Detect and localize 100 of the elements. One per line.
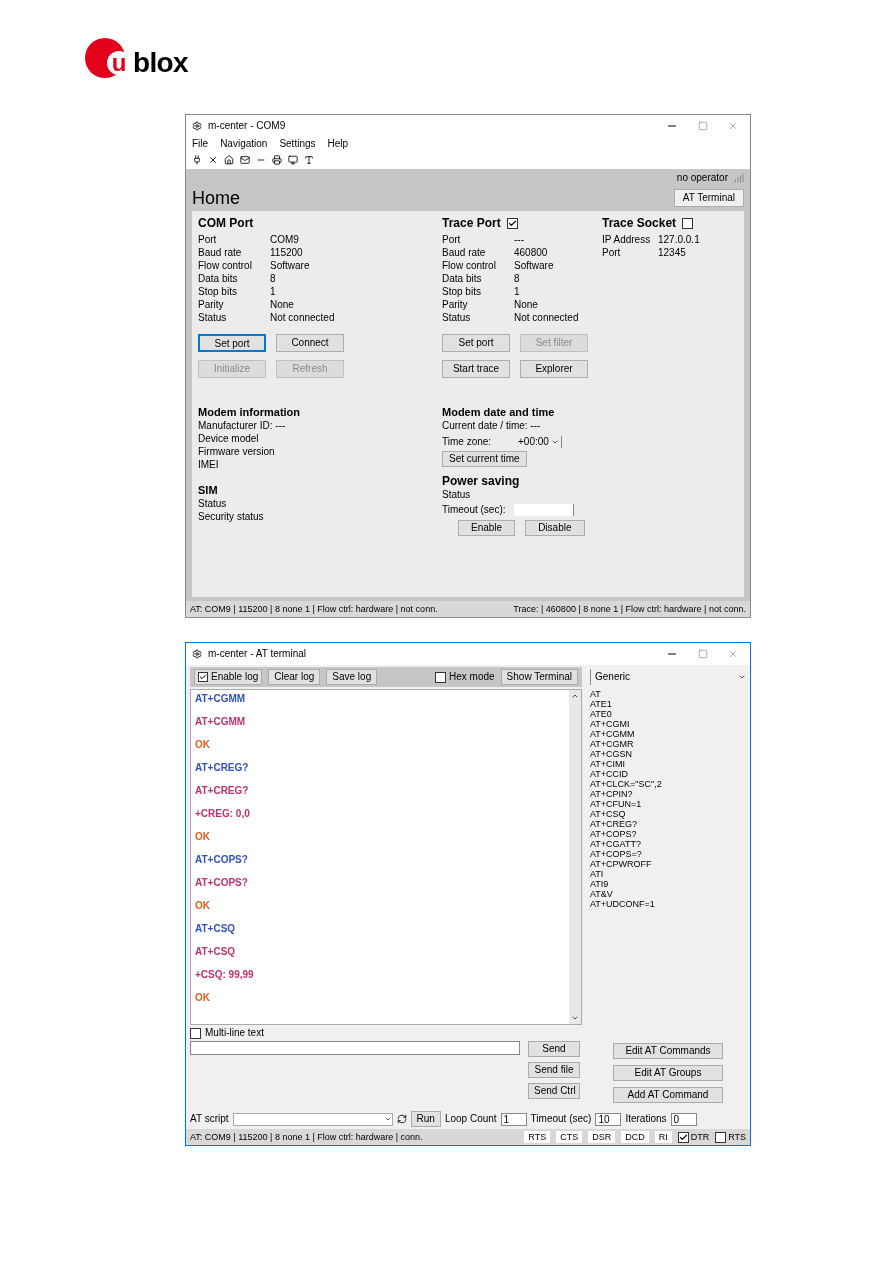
field-label: Loop Count xyxy=(444,1113,497,1125)
save-log-button[interactable]: Save log xyxy=(326,669,378,685)
command-button[interactable]: Edit AT Commands xyxy=(613,1043,723,1059)
signal-indicator: RI xyxy=(654,1131,672,1143)
field-label: Status xyxy=(198,311,228,324)
timezone-dropdown[interactable]: +00:00 xyxy=(518,436,562,448)
disconnect-icon[interactable] xyxy=(208,155,218,165)
menu-item[interactable]: Settings xyxy=(279,138,316,150)
field-value: COM9 xyxy=(270,233,299,246)
port-button[interactable]: Set port xyxy=(442,334,510,352)
printer-icon[interactable] xyxy=(272,155,282,165)
field-label: Baud rate xyxy=(442,246,487,259)
command-list-item[interactable]: AT+CGMI xyxy=(590,719,630,729)
power-button[interactable]: Disable xyxy=(525,520,585,536)
enable-log-toggle[interactable]: Enable log xyxy=(194,669,263,685)
set-time-button[interactable]: Set current time xyxy=(442,451,527,467)
run-button[interactable]: Run xyxy=(410,1111,441,1127)
letter-icon[interactable] xyxy=(304,155,314,165)
monitor-icon[interactable] xyxy=(288,155,298,165)
command-list-item[interactable]: AT&V xyxy=(590,889,613,899)
field-value: Software xyxy=(270,259,310,272)
info-label: Firmware version xyxy=(198,446,275,459)
envelope-icon[interactable] xyxy=(240,155,250,165)
iterations-field[interactable]: 0 xyxy=(670,1112,697,1126)
plug-icon[interactable] xyxy=(192,155,202,165)
section-title: Modem information xyxy=(198,406,301,418)
show-terminal-button[interactable]: Show Terminal xyxy=(500,669,578,685)
command-list-item[interactable]: AT+CLCK="SC",2 xyxy=(590,779,662,789)
menu-item[interactable]: File xyxy=(192,138,209,150)
info-label: Status xyxy=(442,489,471,502)
at-terminal-button[interactable]: AT Terminal xyxy=(673,189,744,207)
command-list-item[interactable]: AT+CCID xyxy=(590,769,629,779)
multi-line-checkbox[interactable] xyxy=(190,1027,201,1039)
port-button[interactable]: Start trace xyxy=(442,360,510,378)
clear-log-button[interactable]: Clear log xyxy=(268,669,321,685)
trace-port-checkbox[interactable] xyxy=(506,217,518,229)
command-list-item[interactable]: AT+CFUN=1 xyxy=(590,799,642,809)
field-label: Timeout (sec) xyxy=(530,1113,592,1125)
field-label: IP Address xyxy=(602,233,652,246)
menu-item[interactable]: Navigation xyxy=(220,138,268,150)
log-line: +CREG: 0,0 xyxy=(195,809,250,819)
field-label: Flow control xyxy=(198,259,253,272)
port-button[interactable]: Set port xyxy=(198,334,266,352)
timeout-field[interactable]: 10 xyxy=(595,1112,622,1126)
command-list-item[interactable]: ATE0 xyxy=(590,709,612,719)
scroll-down-icon[interactable] xyxy=(571,1014,579,1022)
command-list-item[interactable]: ATE1 xyxy=(590,699,612,709)
command-list-item[interactable]: AT+UDCONF=1 xyxy=(590,899,655,909)
command-list-item[interactable]: AT+CIMI xyxy=(590,759,626,769)
port-button[interactable]: Connect xyxy=(276,334,344,352)
scroll-up-icon[interactable] xyxy=(571,692,579,700)
log-line: AT+CREG? xyxy=(195,763,249,773)
menu-item[interactable]: Help xyxy=(327,138,349,150)
command-list-item[interactable]: AT+COPS=? xyxy=(590,849,642,859)
command-list-item[interactable]: AT+CGSN xyxy=(590,749,633,759)
section-title: Trace Port xyxy=(442,217,501,229)
group-dropdown[interactable]: Generic xyxy=(590,669,746,685)
section-title: Trace Socket xyxy=(602,217,677,229)
field-label: Flow control xyxy=(442,259,497,272)
command-list-item[interactable]: AT+CPWROFF xyxy=(590,859,652,869)
scrollbar[interactable] xyxy=(569,690,581,1024)
command-input[interactable] xyxy=(190,1041,520,1055)
window-title: m-center - COM9 xyxy=(208,120,286,132)
check-icon xyxy=(199,673,207,681)
command-list-item[interactable]: AT+CSQ xyxy=(590,809,626,819)
field-label: Time zone: xyxy=(442,436,493,448)
field-value: Not connected xyxy=(514,311,579,324)
signal-checkbox[interactable] xyxy=(715,1131,727,1143)
port-button[interactable]: Explorer xyxy=(520,360,588,378)
log-line: AT+COPS? xyxy=(195,855,248,865)
command-list-item[interactable]: AT+CGATT? xyxy=(590,839,641,849)
log-line: AT+CSQ xyxy=(195,947,236,957)
command-list-item[interactable]: AT+COPS? xyxy=(590,829,637,839)
section-title: COM Port xyxy=(198,217,255,229)
command-list-item[interactable]: ATI xyxy=(590,869,604,879)
loop-count-field[interactable]: 1 xyxy=(500,1112,527,1126)
send-button[interactable]: Send xyxy=(528,1041,580,1057)
command-button[interactable]: Add AT Command xyxy=(613,1087,723,1103)
send-button[interactable]: Send file xyxy=(528,1062,580,1078)
field-value: Software xyxy=(514,259,554,272)
send-button[interactable]: Send Ctrl xyxy=(528,1083,580,1099)
home-icon[interactable] xyxy=(224,155,234,165)
field-label: Port xyxy=(602,246,622,259)
field-value: 8 xyxy=(270,272,276,285)
field-value: 115200 xyxy=(270,246,303,259)
command-button[interactable]: Edit AT Groups xyxy=(613,1065,723,1081)
info-label: Security status xyxy=(198,511,264,524)
timeout-field[interactable] xyxy=(514,504,574,516)
command-list-item[interactable]: AT xyxy=(590,689,601,699)
reload-icon[interactable] xyxy=(396,1114,407,1124)
hex-mode-checkbox[interactable] xyxy=(435,671,446,683)
power-button[interactable]: Enable xyxy=(458,520,516,536)
command-list-item[interactable]: ATI9 xyxy=(590,879,609,889)
command-list-item[interactable]: AT+CPIN? xyxy=(590,789,633,799)
signal-checkbox[interactable] xyxy=(677,1131,689,1143)
command-list-item[interactable]: AT+CGMM xyxy=(590,729,635,739)
command-list-item[interactable]: AT+CREG? xyxy=(590,819,638,829)
command-list-item[interactable]: AT+CGMR xyxy=(590,739,634,749)
field-value: 127.0.0.1 xyxy=(658,233,700,246)
trace-socket-checkbox[interactable] xyxy=(682,217,694,229)
